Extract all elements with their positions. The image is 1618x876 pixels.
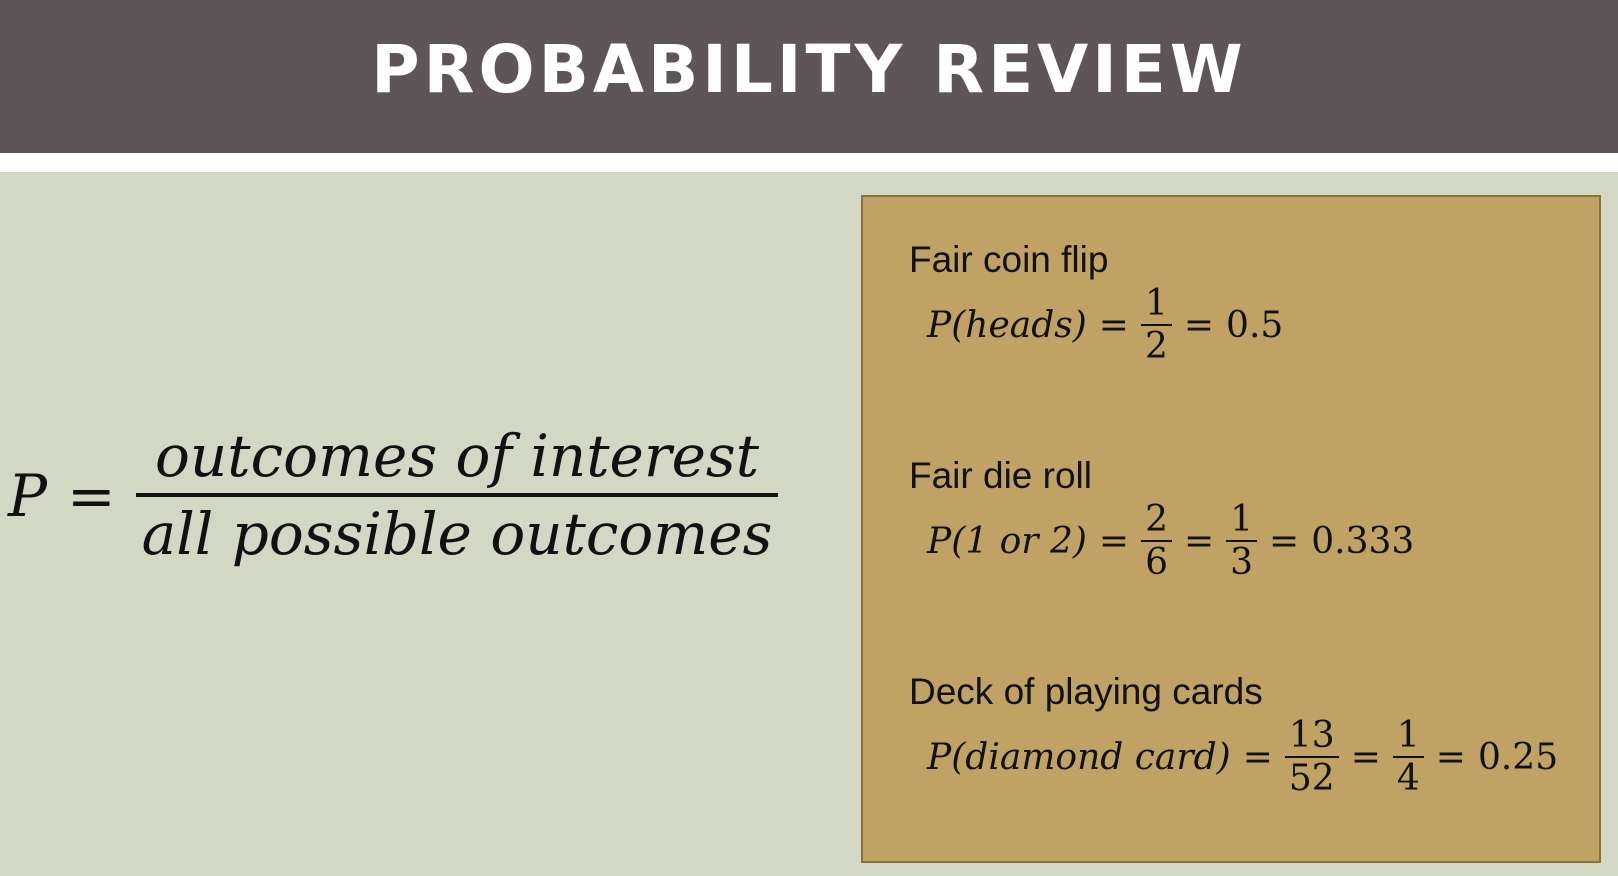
example-coin: Fair coin flip P(heads) = 1 2 = 0.5 bbox=[909, 239, 1283, 368]
example-fraction: 1 3 bbox=[1226, 499, 1258, 584]
example-lhs: P(heads) bbox=[927, 304, 1087, 346]
example-lhs: P(1 or 2) bbox=[927, 520, 1087, 562]
example-formula: P(heads) = 1 2 = 0.5 bbox=[927, 283, 1283, 368]
fraction-denominator: 52 bbox=[1284, 756, 1339, 799]
example-formula: P(1 or 2) = 2 6 = 1 3 = 0.333 bbox=[927, 499, 1414, 584]
probability-formula: P = outcomes of interest all possible ou… bbox=[8, 422, 779, 567]
example-result: 0.25 bbox=[1477, 736, 1559, 778]
formula-lhs: P bbox=[8, 461, 48, 530]
example-result: 0.5 bbox=[1226, 304, 1284, 346]
formula-numerator: outcomes of interest bbox=[155, 422, 760, 490]
example-fraction: 1 4 bbox=[1392, 715, 1424, 800]
example-lhs: P(diamond card) bbox=[927, 736, 1231, 778]
equals-sign: = bbox=[1269, 520, 1300, 562]
example-formula: P(diamond card) = 13 52 = 1 4 = 0.25 bbox=[927, 715, 1558, 800]
example-heading: Fair die roll bbox=[909, 455, 1092, 496]
example-fraction: 2 6 bbox=[1141, 499, 1172, 584]
fraction-numerator: 2 bbox=[1145, 499, 1168, 540]
fraction-numerator: 1 bbox=[1396, 715, 1420, 756]
example-cards: Deck of playing cards P(diamond card) = … bbox=[909, 671, 1558, 800]
formula-fraction: outcomes of interest all possible outcom… bbox=[135, 422, 779, 567]
title-bar: PROBABILITY REVIEW bbox=[0, 0, 1618, 153]
example-die: Fair die roll P(1 or 2) = 2 6 = 1 3 = 0.… bbox=[909, 455, 1414, 584]
fraction-denominator: 6 bbox=[1141, 540, 1172, 583]
equals-sign: = bbox=[1098, 304, 1129, 346]
fraction-numerator: 13 bbox=[1288, 715, 1335, 756]
equals-sign: = bbox=[1183, 304, 1215, 346]
example-result: 0.333 bbox=[1311, 520, 1415, 562]
equals-sign: = bbox=[1098, 520, 1130, 562]
fraction-denominator: 3 bbox=[1226, 540, 1258, 583]
example-heading: Deck of playing cards bbox=[909, 671, 1263, 712]
examples-panel: Fair coin flip P(heads) = 1 2 = 0.5 Fair… bbox=[861, 195, 1601, 863]
formula-equals: = bbox=[67, 461, 116, 530]
equals-sign: = bbox=[1350, 736, 1381, 778]
example-fraction: 13 52 bbox=[1284, 715, 1339, 800]
fraction-denominator: 2 bbox=[1140, 324, 1172, 367]
fraction-numerator: 1 bbox=[1230, 499, 1254, 540]
example-fraction: 1 2 bbox=[1140, 283, 1172, 368]
formula-denominator: all possible outcomes bbox=[135, 492, 779, 567]
slide-title: PROBABILITY REVIEW bbox=[371, 31, 1247, 108]
example-heading: Fair coin flip bbox=[909, 239, 1109, 280]
equals-sign: = bbox=[1242, 736, 1273, 778]
fraction-denominator: 4 bbox=[1392, 756, 1424, 799]
title-divider bbox=[0, 153, 1618, 172]
fraction-numerator: 1 bbox=[1144, 283, 1168, 324]
equals-sign: = bbox=[1183, 520, 1215, 562]
equals-sign: = bbox=[1435, 736, 1466, 778]
